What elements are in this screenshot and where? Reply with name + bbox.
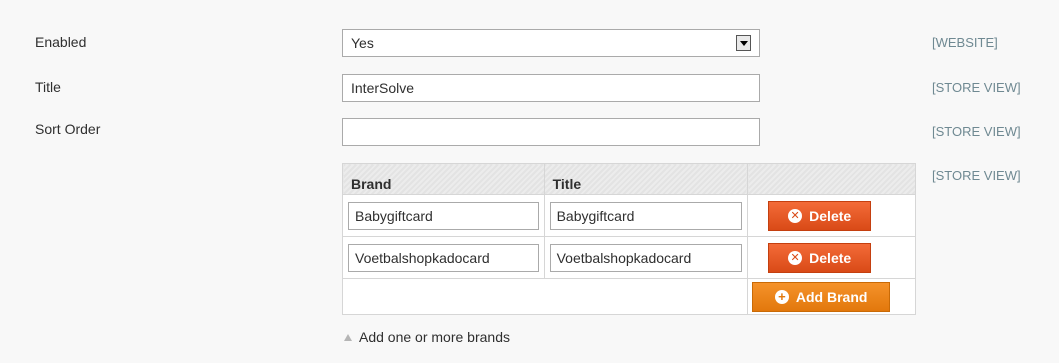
brand-cell: Babygiftcard (342, 194, 545, 237)
title-cell: Voetbalshopkadocard (543, 236, 749, 279)
brands-table: Brand Title Babygiftcard Babygiftcard ✕ … (341, 163, 916, 315)
plus-circle-icon: + (774, 289, 789, 304)
table-header-row: Brand Title (342, 163, 916, 195)
delete-button-label: Delete (809, 207, 852, 224)
add-brand-button-label: Add Brand (795, 288, 868, 305)
brand-title-input[interactable]: Voetbalshopkadocard (549, 243, 743, 272)
table-row: Voetbalshopkadocard Voetbalshopkadocard … (342, 236, 916, 279)
title-column-header: Title (543, 163, 749, 195)
sort-order-label: Sort Order (35, 121, 101, 137)
enabled-scope: [WEBSITE] (932, 35, 998, 50)
close-circle-icon: ✕ (788, 250, 803, 265)
title-cell: Babygiftcard (543, 194, 749, 237)
brands-note: Add one or more brands (344, 329, 510, 345)
sort-order-scope: [STORE VIEW] (932, 124, 1021, 139)
title-input[interactable]: InterSolve (342, 74, 760, 102)
actions-column-header (747, 163, 916, 195)
title-label: Title (35, 79, 61, 95)
add-brand-button[interactable]: + Add Brand (752, 281, 891, 312)
enabled-select[interactable]: Yes (342, 29, 760, 57)
delete-button[interactable]: ✕ Delete (768, 200, 872, 231)
delete-button[interactable]: ✕ Delete (768, 242, 872, 273)
brand-title-input[interactable]: Babygiftcard (549, 201, 743, 230)
title-scope: [STORE VIEW] (932, 80, 1021, 95)
brands-note-text: Add one or more brands (359, 329, 510, 345)
add-cell: + Add Brand (747, 278, 916, 315)
brand-column-header: Brand (342, 163, 545, 195)
brand-input[interactable]: Babygiftcard (348, 201, 539, 230)
empty-footer-cell (341, 278, 749, 315)
enabled-label: Enabled (35, 34, 87, 50)
enabled-select-value: Yes (351, 35, 374, 51)
delete-button-label: Delete (809, 249, 852, 266)
brands-scope: [STORE VIEW] (932, 168, 1021, 183)
table-footer-row: + Add Brand (341, 278, 916, 315)
close-circle-icon: ✕ (788, 208, 803, 223)
brand-input[interactable]: Voetbalshopkadocard (348, 243, 539, 272)
triangle-up-icon (344, 334, 352, 341)
actions-cell: ✕ Delete (747, 194, 916, 237)
sort-order-input[interactable] (342, 118, 760, 146)
actions-cell: ✕ Delete (747, 236, 916, 279)
chevron-down-icon[interactable] (736, 35, 751, 51)
brand-cell: Voetbalshopkadocard (342, 236, 545, 279)
table-row: Babygiftcard Babygiftcard ✕ Delete (342, 194, 916, 237)
